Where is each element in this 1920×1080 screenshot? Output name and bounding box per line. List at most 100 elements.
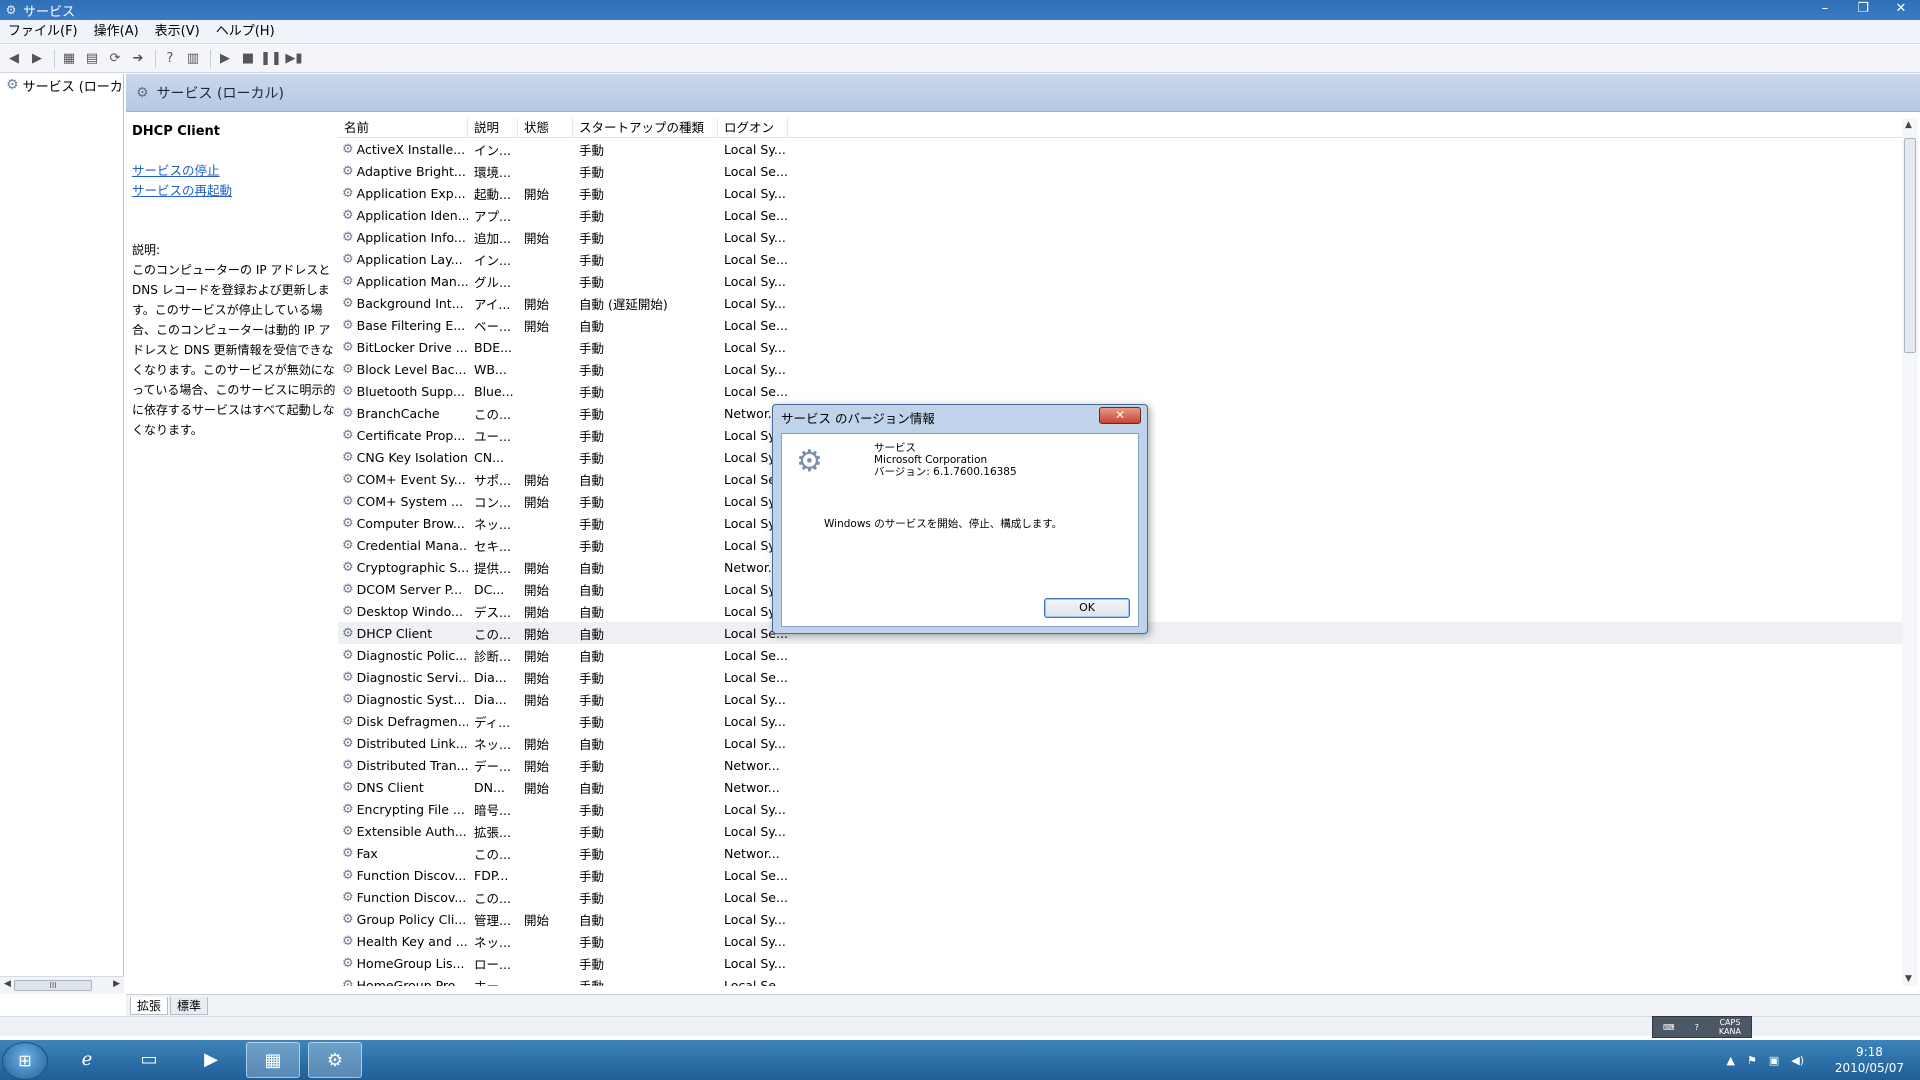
table-row[interactable]: ⚙ Distributed Link... ネッ... 開始 自動 Local Sy... bbox=[338, 732, 1906, 754]
scrollbar-thumb[interactable]: III bbox=[14, 980, 92, 991]
show-action-pane-icon[interactable]: ▥ bbox=[183, 49, 203, 69]
table-row[interactable]: ⚙ Fax この... 手動 Networ... bbox=[338, 842, 1906, 864]
column-header-description[interactable]: 説明 bbox=[468, 118, 518, 137]
table-row[interactable]: ⚙ Application Info... 追加... 開始 手動 Local Sy... bbox=[338, 226, 1906, 248]
service-gear-icon: ⚙ bbox=[342, 647, 354, 663]
start-service-icon[interactable]: ▶ bbox=[215, 49, 235, 69]
table-row[interactable]: ⚙ Application Lay... イン... 手動 Local Se... bbox=[338, 248, 1906, 270]
table-row[interactable]: ⚙ DNS Client DN... 開始 自動 Networ... bbox=[338, 776, 1906, 798]
table-row[interactable]: ⚙ Extensible Auth... 拡張... 手動 Local Sy... bbox=[338, 820, 1906, 842]
service-status: 開始 bbox=[524, 736, 550, 752]
tree-node-services-local[interactable]: ⚙ サービス (ローカ bbox=[0, 74, 123, 96]
table-row[interactable]: ⚙ ActiveX Installe... イン... 手動 Local Sy... bbox=[338, 138, 1906, 160]
close-window-button[interactable]: ✕ bbox=[1882, 0, 1920, 20]
service-description: ネッ... bbox=[474, 934, 511, 950]
scrollbar-thumb[interactable] bbox=[1904, 138, 1916, 353]
table-row[interactable]: ⚙ Block Level Bac... WB... 手動 Local Sy... bbox=[338, 358, 1906, 380]
help-icon[interactable]: ? bbox=[1695, 1023, 1699, 1032]
service-startup-type: 手動 bbox=[579, 186, 605, 202]
service-description: Dia... bbox=[474, 669, 507, 685]
show-hidden-icons-icon[interactable]: ▲ bbox=[1726, 1054, 1734, 1067]
gear-icon: ⚙ bbox=[136, 84, 149, 101]
help-icon[interactable]: ? bbox=[160, 49, 180, 69]
service-name: ⚙ Application Lay... bbox=[342, 251, 463, 267]
column-header-logon[interactable]: ログオン bbox=[718, 118, 788, 137]
scroll-up-icon[interactable]: ▲ bbox=[1905, 120, 1912, 130]
volume-icon[interactable]: ◀) bbox=[1791, 1054, 1804, 1067]
action-center-flag-icon[interactable]: ⚑ bbox=[1747, 1054, 1757, 1067]
start-button[interactable]: ⊞ bbox=[2, 1042, 48, 1080]
table-row[interactable]: ⚙ Application Exp... 起動... 開始 手動 Local Sy... bbox=[338, 182, 1906, 204]
table-row[interactable]: ⚙ HomeGroup Pro... ホー... 手動 Local Se... bbox=[338, 974, 1906, 987]
restart-service-link[interactable]: サービスの再起動 bbox=[132, 181, 340, 201]
menu-action[interactable]: 操作(A) bbox=[86, 20, 147, 44]
table-row[interactable]: ⚙ Application Man... グル... 手動 Local Sy... bbox=[338, 270, 1906, 292]
language-bar[interactable]: ⌨ ? CAPS KANA bbox=[1652, 1016, 1752, 1038]
dialog-close-button[interactable]: ✕ bbox=[1099, 407, 1141, 424]
refresh-icon[interactable]: ⟳ bbox=[105, 49, 125, 69]
minimize-button[interactable]: – bbox=[1806, 0, 1844, 20]
tab-extended[interactable]: 拡張 bbox=[130, 996, 169, 1015]
taskbar-clock[interactable]: 9:18 2010/05/07 bbox=[1835, 1044, 1904, 1076]
table-row[interactable]: ⚙ Encrypting File ... 暗号... 手動 Local Sy... bbox=[338, 798, 1906, 820]
stop-service-link[interactable]: サービスの停止 bbox=[132, 161, 340, 181]
restart-service-icon[interactable]: ▶▮ bbox=[284, 49, 304, 69]
column-header-startup-type[interactable]: スタートアップの種類 bbox=[573, 118, 718, 137]
table-row[interactable]: ⚙ Function Discov... FDP... 手動 Local Se... bbox=[338, 864, 1906, 886]
export-list-icon[interactable]: ➔ bbox=[128, 49, 148, 69]
pause-service-icon[interactable]: ❚❚ bbox=[260, 49, 282, 69]
table-row[interactable]: ⚙ Function Discov... この... 手動 Local Se... bbox=[338, 886, 1906, 908]
table-row[interactable]: ⚙ Group Policy Cli... 管理... 開始 自動 Local Sy... bbox=[338, 908, 1906, 930]
internet-explorer-icon[interactable]: ℯ bbox=[60, 1042, 114, 1078]
service-status: 開始 bbox=[524, 494, 550, 510]
table-row[interactable]: ⚙ Distributed Tran... デー... 開始 手動 Networ... bbox=[338, 754, 1906, 776]
show-hide-tree-icon[interactable]: ▦ bbox=[59, 49, 79, 69]
network-icon[interactable]: ▣ bbox=[1769, 1054, 1779, 1067]
table-row[interactable]: ⚙ Application Iden... アプ... 手動 Local Se... bbox=[338, 204, 1906, 226]
service-name: ⚙ CNG Key Isolation bbox=[342, 449, 468, 465]
menu-file[interactable]: ファイル(F) bbox=[0, 20, 86, 44]
stop-service-icon[interactable]: ■ bbox=[238, 49, 258, 69]
table-row[interactable]: ⚙ Health Key and ... ネッ... 手動 Local Sy... bbox=[338, 930, 1906, 952]
scroll-down-icon[interactable]: ▼ bbox=[1905, 974, 1912, 984]
service-gear-icon: ⚙ bbox=[342, 603, 354, 619]
table-row[interactable]: ⚙ Adaptive Bright... 環境... 手動 Local Se... bbox=[338, 160, 1906, 182]
service-name: ⚙ Disk Defragmen... bbox=[342, 713, 468, 729]
service-description: アイ... bbox=[474, 296, 511, 312]
service-status: 開始 bbox=[524, 670, 550, 686]
table-row[interactable]: ⚙ Background Int... アイ... 開始 自動 (遅延開始) Local … bbox=[338, 292, 1906, 314]
service-name: ⚙ Fax bbox=[342, 845, 378, 861]
list-vertical-scrollbar[interactable]: ▲ ▼ bbox=[1902, 118, 1918, 986]
tree-horizontal-scrollbar[interactable]: ◀ III ▶ bbox=[0, 976, 124, 994]
table-row[interactable]: ⚙ Base Filtering E... ベー... 開始 自動 Local Se... bbox=[338, 314, 1906, 336]
table-row[interactable]: ⚙ BitLocker Drive ... BDE... 手動 Local Sy... bbox=[338, 336, 1906, 358]
services-taskbar-icon[interactable]: ⚙ bbox=[308, 1042, 362, 1078]
table-row[interactable]: ⚙ Bluetooth Supp... Blue... 手動 Local Se... bbox=[338, 380, 1906, 402]
keyboard-icon[interactable]: ⌨ bbox=[1663, 1023, 1675, 1032]
table-row[interactable]: ⚙ HomeGroup Lis... ロー... 手動 Local Sy... bbox=[338, 952, 1906, 974]
properties-icon[interactable]: ▤ bbox=[82, 49, 102, 69]
media-player-icon[interactable]: ▶ bbox=[184, 1042, 238, 1078]
service-name: ⚙ Distributed Link... bbox=[342, 735, 468, 751]
scroll-left-icon[interactable]: ◀ bbox=[4, 979, 11, 989]
scroll-right-icon[interactable]: ▶ bbox=[113, 979, 120, 989]
maximize-button[interactable]: ❐ bbox=[1844, 0, 1882, 20]
column-header-status[interactable]: 状態 bbox=[518, 118, 573, 137]
table-row[interactable]: ⚙ Diagnostic Syst... Dia... 開始 手動 Local Sy... bbox=[338, 688, 1906, 710]
menu-view[interactable]: 表示(V) bbox=[147, 20, 208, 44]
service-status: 開始 bbox=[524, 582, 550, 598]
service-status: 開始 bbox=[524, 604, 550, 620]
menu-help[interactable]: ヘルプ(H) bbox=[208, 20, 283, 44]
back-arrow-icon[interactable]: ◀ bbox=[4, 49, 24, 69]
tab-standard[interactable]: 標準 bbox=[170, 996, 209, 1015]
computer-management-icon[interactable]: ▦ bbox=[246, 1042, 300, 1078]
service-description: コン... bbox=[474, 494, 511, 510]
forward-arrow-icon[interactable]: ▶ bbox=[27, 49, 47, 69]
service-gear-icon: ⚙ bbox=[342, 823, 354, 839]
table-row[interactable]: ⚙ Diagnostic Polic... 診断... 開始 自動 Local Se... bbox=[338, 644, 1906, 666]
table-row[interactable]: ⚙ Diagnostic Servi... Dia... 開始 手動 Local Se..… bbox=[338, 666, 1906, 688]
ok-button[interactable]: OK bbox=[1044, 598, 1130, 618]
table-row[interactable]: ⚙ Disk Defragmen... ディ... 手動 Local Sy... bbox=[338, 710, 1906, 732]
file-explorer-icon[interactable]: ▭ bbox=[122, 1042, 176, 1078]
column-header-name[interactable]: 名前 ˆ bbox=[338, 118, 468, 137]
